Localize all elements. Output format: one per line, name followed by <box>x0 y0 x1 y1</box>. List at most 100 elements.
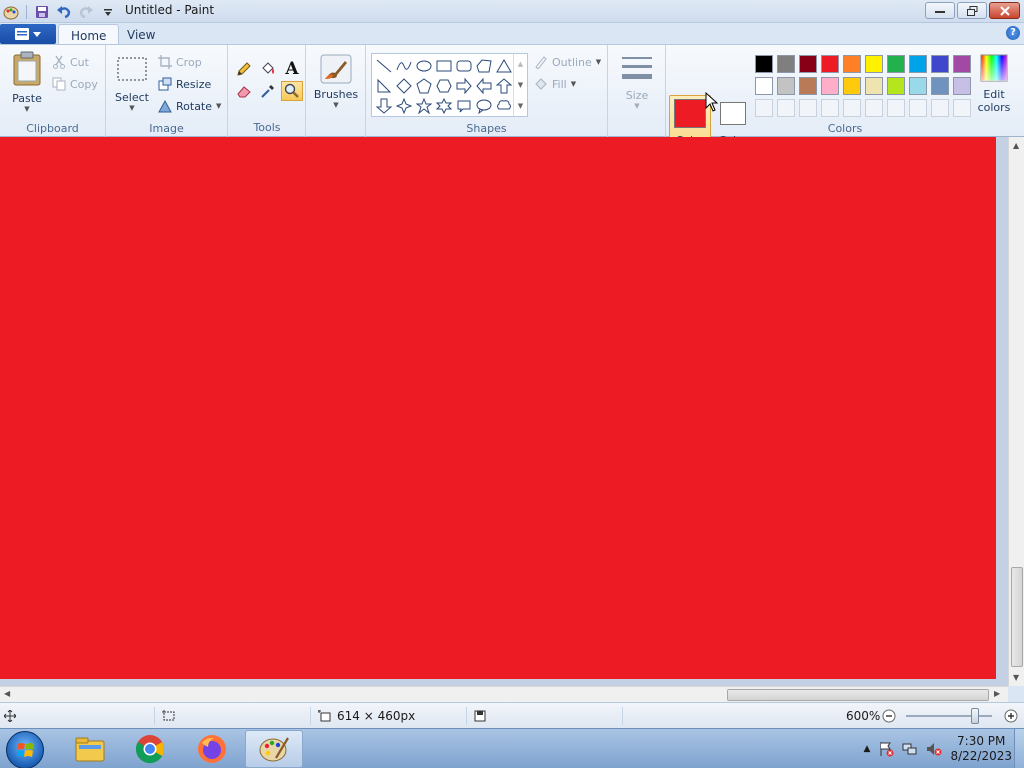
palette-custom-slot[interactable] <box>819 97 841 119</box>
palette-color[interactable] <box>841 53 863 75</box>
palette-color[interactable] <box>819 75 841 97</box>
tab-view[interactable]: View <box>115 24 167 46</box>
scroll-down-icon[interactable]: ▼ <box>1013 673 1019 682</box>
taskbar-explorer[interactable] <box>62 730 118 768</box>
taskbar-firefox[interactable] <box>184 730 240 768</box>
down-arrow-shape[interactable] <box>374 96 394 116</box>
rectangle-shape[interactable] <box>434 56 454 76</box>
fill-button[interactable]: Fill ▼ <box>534 77 576 91</box>
right-triangle-shape[interactable] <box>374 76 394 96</box>
palette-custom-slot[interactable] <box>951 97 973 119</box>
horizontal-scroll-thumb[interactable] <box>727 689 989 701</box>
palette-color[interactable] <box>753 53 775 75</box>
restore-button[interactable] <box>957 2 987 19</box>
paste-button[interactable]: Paste ▼ <box>6 51 48 113</box>
palette-color[interactable] <box>863 53 885 75</box>
left-arrow-shape[interactable] <box>474 76 494 96</box>
vertical-scrollbar[interactable]: ▲ ▼ <box>1008 137 1024 686</box>
palette-color[interactable] <box>775 53 797 75</box>
resize-button[interactable]: Resize <box>158 77 211 91</box>
horizontal-scrollbar[interactable]: ◀ ▶ <box>0 686 1008 702</box>
taskbar-chrome[interactable] <box>122 730 178 768</box>
palette-color[interactable] <box>929 53 951 75</box>
palette-color[interactable] <box>819 53 841 75</box>
line-shape[interactable] <box>374 56 394 76</box>
palette-custom-slot[interactable] <box>797 97 819 119</box>
palette-custom-slot[interactable] <box>775 97 797 119</box>
palette-color[interactable] <box>863 75 885 97</box>
magnifier-tool[interactable] <box>281 81 303 101</box>
shapes-scroll[interactable]: ▲ ▼ ▼ <box>513 54 527 116</box>
undo-icon[interactable] <box>55 3 73 21</box>
help-icon[interactable]: ? <box>1006 26 1020 40</box>
cut-button[interactable]: Cut <box>52 55 89 69</box>
fill-tool[interactable] <box>257 59 279 79</box>
show-hidden-icons-icon[interactable]: ▲ <box>864 744 871 754</box>
palette-color[interactable] <box>929 75 951 97</box>
taskbar-clock[interactable]: 7:30 PM 8/22/2023 <box>950 734 1012 764</box>
drawing-canvas[interactable] <box>0 137 996 679</box>
shapes-scroll-up-icon[interactable]: ▲ <box>518 60 523 68</box>
crop-button[interactable]: Crop <box>158 55 202 69</box>
pencil-tool[interactable] <box>233 59 255 79</box>
paint-menu-button[interactable] <box>0 24 56 44</box>
edit-colors-button[interactable]: Edit colors <box>974 53 1014 114</box>
color-picker-tool[interactable] <box>257 81 279 101</box>
diamond-shape[interactable] <box>394 76 414 96</box>
eraser-tool[interactable] <box>233 81 255 101</box>
palette-color[interactable] <box>753 75 775 97</box>
shapes-scroll-down-icon[interactable]: ▼ <box>518 81 523 89</box>
start-button[interactable] <box>6 731 44 768</box>
copy-button[interactable]: Copy <box>52 77 98 91</box>
taskbar-paint[interactable] <box>245 730 303 768</box>
show-desktop-button[interactable] <box>1014 729 1024 768</box>
scroll-right-icon[interactable]: ▶ <box>994 689 1000 698</box>
palette-color[interactable] <box>885 75 907 97</box>
rounded-rectangle-shape[interactable] <box>454 56 474 76</box>
palette-color[interactable] <box>951 53 973 75</box>
scroll-up-icon[interactable]: ▲ <box>1013 141 1019 150</box>
triangle-shape[interactable] <box>494 56 514 76</box>
palette-color[interactable] <box>951 75 973 97</box>
palette-custom-slot[interactable] <box>863 97 885 119</box>
right-arrow-shape[interactable] <box>454 76 474 96</box>
palette-color[interactable] <box>907 53 929 75</box>
palette-color[interactable] <box>797 75 819 97</box>
oval-callout-shape[interactable] <box>474 96 494 116</box>
save-icon[interactable] <box>33 3 51 21</box>
text-tool[interactable]: A <box>281 59 303 79</box>
cloud-callout-shape[interactable] <box>494 96 514 116</box>
action-center-flag-icon[interactable] <box>878 741 894 757</box>
oval-shape[interactable] <box>414 56 434 76</box>
hexagon-shape[interactable] <box>434 76 454 96</box>
zoom-out-button[interactable] <box>882 703 896 729</box>
size-button[interactable]: Size ▼ <box>618 53 656 110</box>
zoom-in-button[interactable] <box>1004 703 1018 729</box>
shapes-expand-icon[interactable]: ▼ <box>518 102 523 110</box>
paint-app-icon[interactable] <box>2 3 20 21</box>
tab-home[interactable]: Home <box>58 24 120 46</box>
curve-shape[interactable] <box>394 56 414 76</box>
five-point-star-shape[interactable] <box>414 96 434 116</box>
palette-custom-slot[interactable] <box>907 97 929 119</box>
rotate-button[interactable]: Rotate ▼ <box>158 99 221 113</box>
polygon-shape[interactable] <box>474 56 494 76</box>
palette-custom-slot[interactable] <box>929 97 951 119</box>
zoom-slider-thumb[interactable] <box>971 708 979 724</box>
palette-color[interactable] <box>841 75 863 97</box>
scroll-left-icon[interactable]: ◀ <box>4 689 10 698</box>
palette-color[interactable] <box>797 53 819 75</box>
zoom-slider-track[interactable] <box>906 715 992 717</box>
palette-custom-slot[interactable] <box>841 97 863 119</box>
palette-color[interactable] <box>885 53 907 75</box>
rounded-callout-shape[interactable] <box>454 96 474 116</box>
select-button[interactable]: Select ▼ <box>112 55 152 112</box>
four-point-star-shape[interactable] <box>394 96 414 116</box>
outline-button[interactable]: Outline ▼ <box>534 55 601 69</box>
redo-icon[interactable] <box>77 3 95 21</box>
minimize-button[interactable] <box>925 2 955 19</box>
palette-color[interactable] <box>907 75 929 97</box>
palette-custom-slot[interactable] <box>885 97 907 119</box>
close-button[interactable] <box>989 2 1020 19</box>
network-icon[interactable] <box>902 741 918 757</box>
